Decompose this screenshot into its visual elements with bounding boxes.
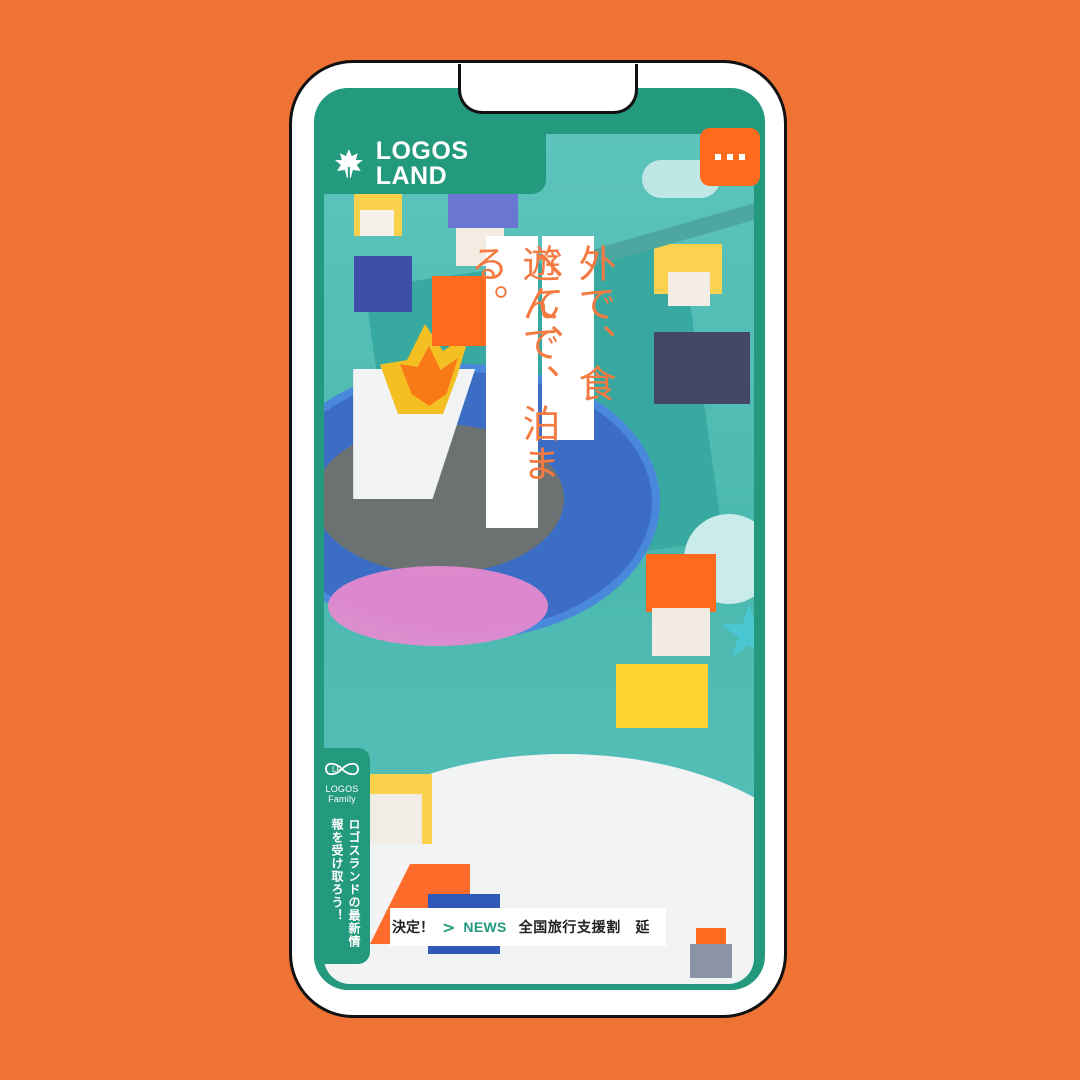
hero-tagline: 外で、食べて、 遊んで、泊まる。 <box>464 236 616 528</box>
character-hat-face <box>652 608 710 656</box>
menu-button[interactable] <box>700 128 760 186</box>
phone-screen: LOGOS LAND 外で、食べて、 遊んで、泊まる。 LF LOGOS Fam… <box>314 88 765 990</box>
character-girl-face <box>370 794 422 844</box>
news-ticker[interactable]: 決定！ > NEWS 全国旅行支援割 延 <box>390 908 666 946</box>
star-plant <box>721 604 754 657</box>
logos-family-tab[interactable]: LF LOGOS Family ロゴスランドの最新情報を受け取ろう！ <box>314 748 370 964</box>
brand-line-1: LOGOS <box>325 784 359 794</box>
tagline-column-2: 遊んで、泊まる。 <box>464 236 560 528</box>
logos-family-mark-icon: LF <box>325 762 359 776</box>
maple-leaf-icon <box>334 149 363 179</box>
logos-family-copy: ロゴスランドの最新情報を受け取ろう！ <box>330 818 361 948</box>
news-headline[interactable]: 全国旅行支援割 延 <box>519 917 650 937</box>
site-logo-text[interactable]: LOGOS LAND <box>376 139 546 189</box>
logos-family-label: LOGOS Family <box>316 784 368 804</box>
brand-mark-text: LF <box>332 765 341 774</box>
character-hat-head <box>646 554 716 612</box>
news-label: NEWS <box>463 919 507 935</box>
news-pixel-decoration <box>655 908 666 912</box>
mini-character <box>690 944 732 978</box>
character-yellow-face <box>360 210 394 236</box>
news-previous-fragment: 決定！ <box>392 920 434 936</box>
character-yellow-body <box>354 256 412 312</box>
brand-line-2: Family <box>328 794 356 804</box>
more-dots-icon <box>715 154 745 160</box>
pink-water-ring <box>328 566 548 646</box>
character-right-body <box>654 332 750 404</box>
phone-notch <box>458 64 638 114</box>
chevron-right-icon: > <box>442 917 456 937</box>
character-hat-body <box>616 664 708 728</box>
site-header[interactable]: LOGOS LAND <box>314 134 546 194</box>
character-right-face <box>668 272 710 306</box>
